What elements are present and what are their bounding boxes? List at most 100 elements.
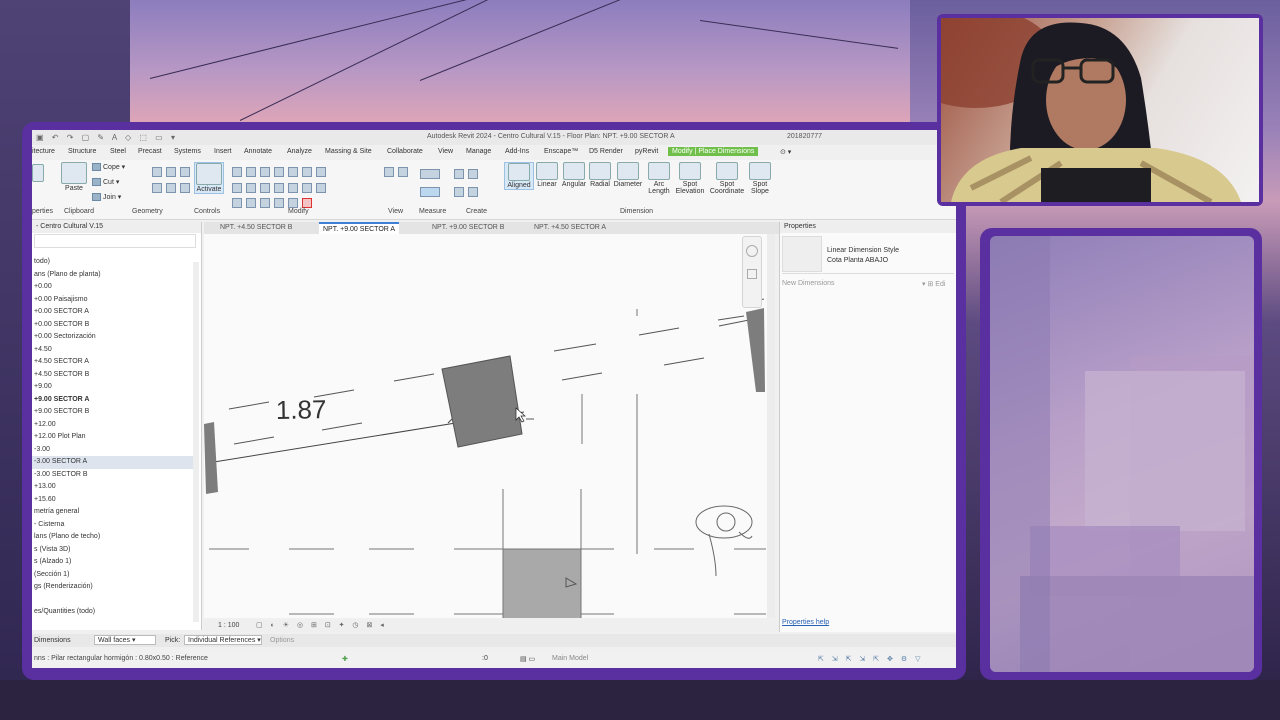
browser-item[interactable]: s (Alzado 1) bbox=[32, 556, 197, 569]
view-tab-npt-900-sector-b[interactable]: NPT. +9.00 SECTOR B bbox=[432, 224, 504, 231]
options-button[interactable]: Options bbox=[270, 637, 294, 644]
project-browser-search[interactable] bbox=[34, 234, 196, 248]
design-options-icon[interactable]: ▤ ▭ bbox=[520, 655, 535, 663]
view-scale[interactable]: 1 : 100 bbox=[218, 622, 239, 629]
user-name[interactable]: 201820777 bbox=[787, 133, 822, 140]
browser-item[interactable]: (Sección 1) bbox=[32, 569, 197, 582]
browser-item[interactable]: +9.00 bbox=[32, 381, 197, 394]
join-button[interactable]: Join ▾ bbox=[92, 193, 121, 202]
aligned-dimension-button[interactable]: Aligned bbox=[504, 162, 534, 190]
angular-dimension-button[interactable]: Angular bbox=[559, 162, 589, 188]
pick-select[interactable]: Individual References ▾ bbox=[184, 635, 262, 645]
measure-tools[interactable] bbox=[420, 166, 444, 179]
tab-steel[interactable]: Steel bbox=[110, 148, 126, 155]
browser-item[interactable]: todo) bbox=[32, 256, 197, 269]
worksharing-icon[interactable]: ✚ bbox=[342, 655, 348, 663]
spot-coordinate-button[interactable]: Spot Coordinate bbox=[708, 162, 746, 195]
browser-item[interactable]: +0.00 Sectorización bbox=[32, 331, 197, 344]
cope-button[interactable]: Cope ▾ bbox=[92, 163, 125, 172]
project-browser-scrollbar[interactable] bbox=[193, 262, 199, 622]
properties-button[interactable] bbox=[32, 164, 44, 183]
wall-faces-select[interactable]: Wall faces ▾ bbox=[94, 635, 156, 645]
arc-length-dimension-button[interactable]: Arc Length bbox=[645, 162, 673, 195]
dimension-value-text[interactable]: 1.87 bbox=[276, 394, 327, 425]
selection-filter-icons[interactable]: ⇱ ⇲ ⇱ ⇲ ⇱ ✥ ⚙ ▽ bbox=[818, 655, 923, 663]
create-tools-row2[interactable] bbox=[454, 184, 482, 197]
column-right[interactable] bbox=[746, 308, 765, 392]
browser-item[interactable]: -3.00 bbox=[32, 444, 197, 457]
quick-access-toolbar[interactable]: ▣ ↶ ↷ ▢ ✎ A ◇ ⬚ ▭ ▾ bbox=[36, 133, 178, 142]
browser-item[interactable]: metría general bbox=[32, 506, 197, 519]
browser-item[interactable]: +4.50 SECTOR A bbox=[32, 356, 197, 369]
ribbon-options-icon[interactable]: ⊙ ▾ bbox=[780, 148, 791, 156]
tab-pyrevit[interactable]: pyRevit bbox=[635, 148, 658, 155]
browser-item[interactable]: es/Quantities (todo) bbox=[32, 606, 197, 619]
diameter-dimension-button[interactable]: Diameter bbox=[612, 162, 644, 188]
tab-systems[interactable]: Systems bbox=[174, 148, 201, 155]
edit-type-button[interactable]: ▾ ⊞ Edi bbox=[922, 280, 956, 288]
activate-button[interactable]: Activate bbox=[194, 162, 224, 194]
browser-item[interactable] bbox=[32, 594, 197, 607]
column-rectangle[interactable] bbox=[441, 355, 523, 448]
view-tab-npt-450-sector-a[interactable]: NPT. +4.50 SECTOR A bbox=[534, 224, 606, 231]
browser-item[interactable]: +9.00 SECTOR B bbox=[32, 406, 197, 419]
properties-help-link[interactable]: Properties help bbox=[782, 619, 829, 626]
type-selector[interactable]: Linear Dimension Style Cota Planta ABAJO bbox=[782, 234, 954, 274]
browser-item[interactable]: +15.60 bbox=[32, 494, 197, 507]
browser-item[interactable]: +0.00 Paisajismo bbox=[32, 294, 197, 307]
geometry-tools[interactable] bbox=[152, 164, 194, 177]
active-model-select[interactable]: Main Model bbox=[552, 655, 588, 662]
modify-tools-row2[interactable] bbox=[232, 180, 330, 193]
instance-selector[interactable]: New Dimensions ▾ ⊞ Edi bbox=[782, 280, 945, 288]
steering-wheel-icon[interactable] bbox=[746, 245, 758, 257]
view-tab-npt-450-sector-b[interactable]: NPT. +4.50 SECTOR B bbox=[220, 224, 292, 231]
browser-item[interactable]: - Cisterna bbox=[32, 519, 197, 532]
view-control-icons[interactable]: ▢ ◐ ☀ ◎ ⊞ ⊡ ✦ ◷ ⊠ ◂ bbox=[256, 621, 387, 629]
radial-dimension-button[interactable]: Radial bbox=[588, 162, 612, 188]
spot-elevation-button[interactable]: Spot Elevation bbox=[673, 162, 707, 195]
modify-tools-row3[interactable] bbox=[232, 195, 316, 208]
modify-tools-row1[interactable] bbox=[232, 164, 330, 177]
delete-icon[interactable] bbox=[302, 198, 312, 208]
drawing-canvas[interactable]: 1.87 bbox=[204, 234, 775, 618]
browser-item[interactable]: +0.00 SECTOR B bbox=[32, 319, 197, 332]
tab-manage[interactable]: Manage bbox=[466, 148, 491, 155]
browser-item[interactable]: ans (Plano de planta) bbox=[32, 269, 197, 282]
tab-architecture[interactable]: itecture bbox=[32, 148, 55, 155]
zoom-icon[interactable] bbox=[747, 269, 757, 279]
create-tools[interactable] bbox=[454, 166, 482, 179]
tab-view[interactable]: View bbox=[438, 148, 453, 155]
browser-item[interactable]: +0.00 SECTOR A bbox=[32, 306, 197, 319]
tab-insert[interactable]: Insert bbox=[214, 148, 232, 155]
navigation-bar[interactable] bbox=[742, 236, 762, 308]
column-bottom[interactable] bbox=[502, 548, 582, 618]
browser-item[interactable]: lans (Plano de techo) bbox=[32, 531, 197, 544]
tab-collaborate[interactable]: Collaborate bbox=[387, 148, 423, 155]
browser-item[interactable]: +4.50 SECTOR B bbox=[32, 369, 197, 382]
cut-button[interactable]: Cut ▾ bbox=[92, 178, 119, 187]
tab-massing-site[interactable]: Massing & Site bbox=[325, 148, 372, 155]
browser-item[interactable]: gs (Renderización) bbox=[32, 581, 197, 594]
tab-modify-place-dimensions[interactable]: Modify | Place Dimensions bbox=[668, 147, 759, 156]
measure-tools-row2[interactable] bbox=[420, 184, 444, 197]
canvas-vertical-scrollbar[interactable] bbox=[767, 234, 775, 618]
tab-annotate[interactable]: Annotate bbox=[244, 148, 272, 155]
browser-item[interactable]: -3.00 SECTOR A bbox=[32, 456, 197, 469]
paste-button[interactable]: Paste bbox=[60, 162, 88, 192]
tab-enscape[interactable]: Enscape™ bbox=[544, 148, 578, 155]
linear-dimension-button[interactable]: Linear bbox=[535, 162, 559, 188]
tab-structure[interactable]: Structure bbox=[68, 148, 96, 155]
spot-slope-button[interactable]: Spot Slope bbox=[748, 162, 772, 195]
browser-item[interactable]: +12.00 Plot Plan bbox=[32, 431, 197, 444]
tab-analyze[interactable]: Analyze bbox=[287, 148, 312, 155]
tab-precast[interactable]: Precast bbox=[138, 148, 162, 155]
browser-item[interactable]: +0.00 bbox=[32, 281, 197, 294]
browser-item[interactable]: -3.00 SECTOR B bbox=[32, 469, 197, 482]
view-tools[interactable] bbox=[384, 164, 412, 177]
browser-item[interactable]: +9.00 SECTOR A bbox=[32, 394, 197, 407]
browser-item[interactable]: +4.50 bbox=[32, 344, 197, 357]
browser-item[interactable]: s (Vista 3D) bbox=[32, 544, 197, 557]
column-left[interactable] bbox=[204, 422, 218, 494]
geometry-tools-row2[interactable] bbox=[152, 180, 194, 193]
tab-d5-render[interactable]: D5 Render bbox=[589, 148, 623, 155]
